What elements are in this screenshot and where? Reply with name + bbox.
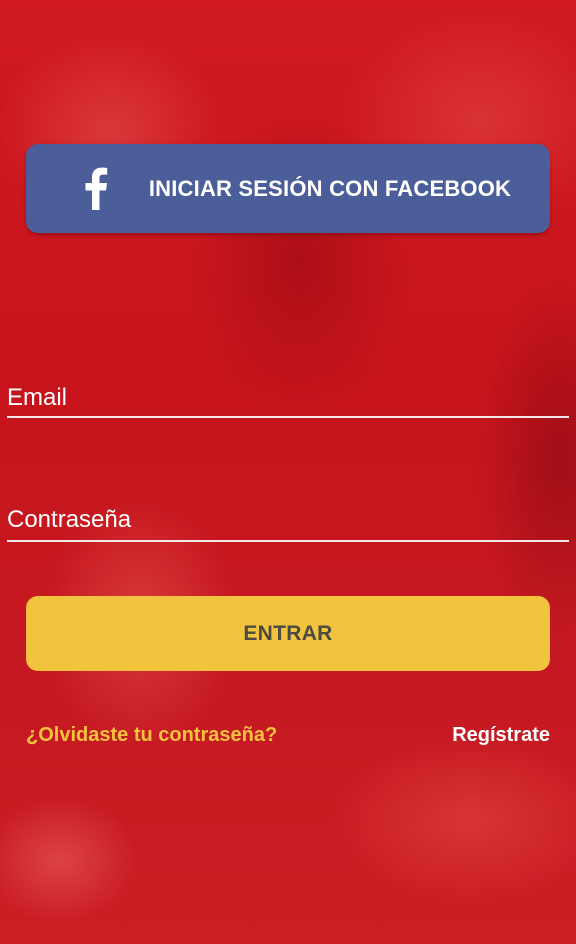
facebook-icon [85,167,108,210]
forgot-password-link[interactable]: ¿Olvidaste tu contraseña? [26,724,277,747]
facebook-login-button[interactable]: INICIAR SESIÓN CON FACEBOOK [26,144,550,233]
facebook-login-label: INICIAR SESIÓN CON FACEBOOK [148,176,512,201]
register-link[interactable]: Regístrate [452,724,550,747]
background-image [0,0,576,944]
password-field[interactable]: Contraseña [7,506,569,542]
enter-button[interactable]: ENTRAR [26,596,550,671]
email-field[interactable]: Email [7,384,569,418]
